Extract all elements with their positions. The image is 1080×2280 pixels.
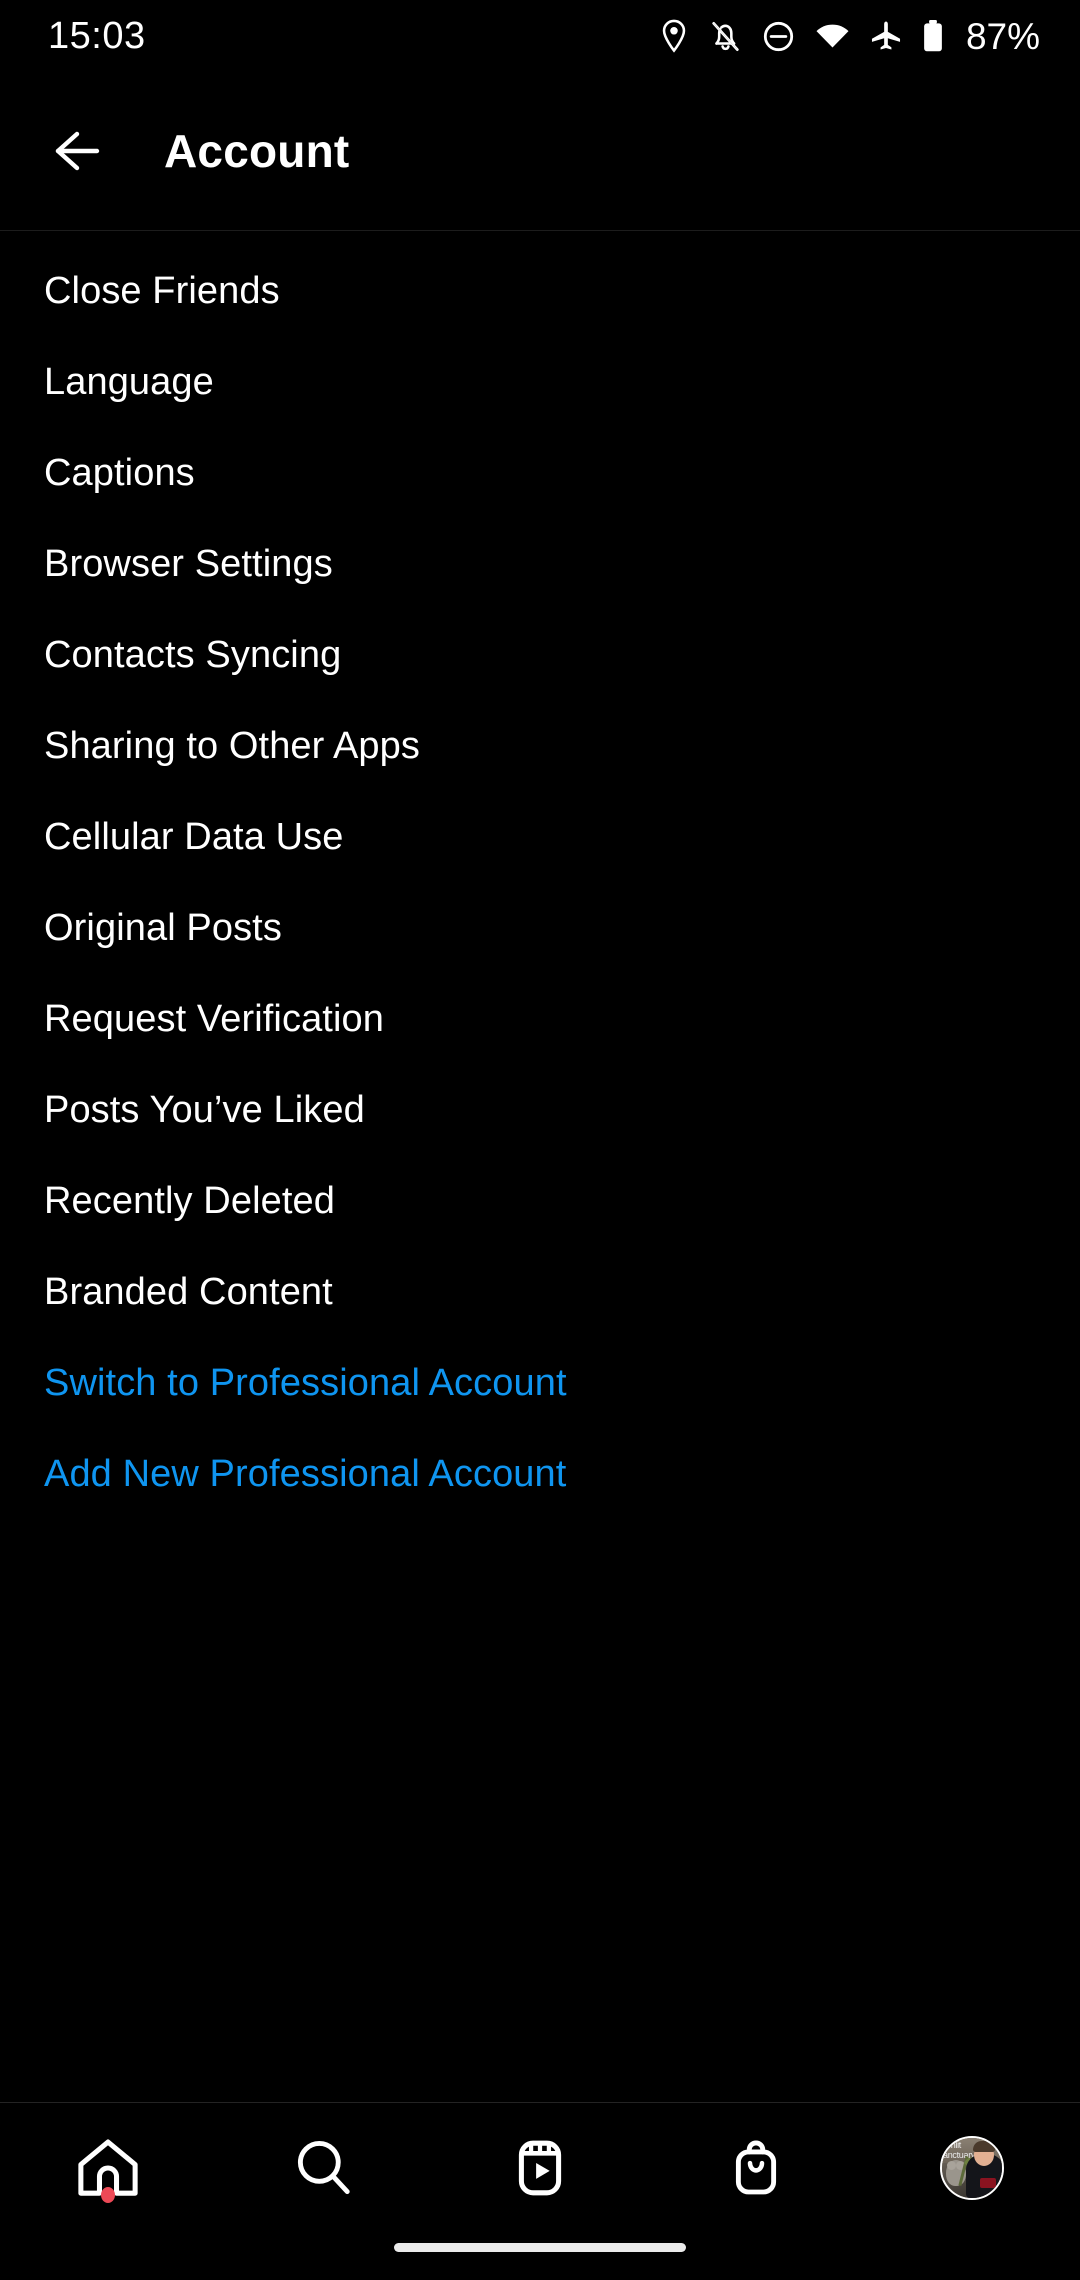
status-bar-icons: 87% <box>659 18 1040 55</box>
location-pin-icon <box>659 19 689 53</box>
list-item-recently-deleted[interactable]: Recently Deleted <box>0 1156 1080 1247</box>
nav-item-profile[interactable]: onlit anctuary <box>864 2103 1080 2233</box>
reels-icon <box>509 2137 571 2199</box>
search-icon <box>294 2138 354 2198</box>
page-header: Account <box>0 72 1080 230</box>
nav-item-search[interactable] <box>216 2103 432 2233</box>
list-item-label: Request Verification <box>44 998 384 1040</box>
bottom-navigation-bar: onlit anctuary <box>0 2103 1080 2233</box>
list-item-branded-content[interactable]: Branded Content <box>0 1247 1080 1338</box>
status-bar: 15:03 87% <box>0 0 1080 72</box>
list-item-posts-youve-liked[interactable]: Posts You’ve Liked <box>0 1065 1080 1156</box>
list-item-label: Language <box>44 361 214 403</box>
nav-item-shop[interactable] <box>648 2103 864 2233</box>
list-item-add-new-professional-account[interactable]: Add New Professional Account <box>0 1429 1080 1520</box>
list-item-label: Recently Deleted <box>44 1180 335 1222</box>
battery-icon <box>922 19 944 53</box>
list-item-language[interactable]: Language <box>0 337 1080 428</box>
profile-avatar: onlit anctuary <box>940 2136 1004 2200</box>
shopping-bag-icon <box>726 2137 786 2199</box>
account-settings-list: Close Friends Language Captions Browser … <box>0 231 1080 2102</box>
list-item-label: Switch to Professional Account <box>44 1362 567 1404</box>
list-item-captions[interactable]: Captions <box>0 428 1080 519</box>
wifi-icon <box>815 22 850 50</box>
battery-percentage: 87% <box>965 15 1040 57</box>
list-item-browser-settings[interactable]: Browser Settings <box>0 519 1080 610</box>
status-bar-clock: 15:03 <box>48 15 146 57</box>
nav-item-reels[interactable] <box>432 2103 648 2233</box>
list-item-sharing-to-other-apps[interactable]: Sharing to Other Apps <box>0 701 1080 792</box>
do-not-disturb-icon <box>762 20 795 53</box>
home-notification-badge <box>101 2187 115 2203</box>
list-item-label: Original Posts <box>44 907 282 949</box>
list-item-label: Branded Content <box>44 1271 333 1313</box>
list-item-cellular-data-use[interactable]: Cellular Data Use <box>0 792 1080 883</box>
list-item-contacts-syncing[interactable]: Contacts Syncing <box>0 610 1080 701</box>
list-item-label: Add New Professional Account <box>44 1453 567 1495</box>
back-button[interactable] <box>40 109 124 193</box>
list-item-label: Posts You’ve Liked <box>44 1089 365 1131</box>
notifications-muted-icon <box>709 19 742 53</box>
airplane-mode-icon <box>870 20 902 52</box>
avatar-photo: onlit anctuary <box>942 2138 1002 2198</box>
list-item-label: Cellular Data Use <box>44 816 344 858</box>
list-item-label: Sharing to Other Apps <box>44 725 420 767</box>
back-arrow-icon <box>51 126 113 176</box>
nav-item-home[interactable] <box>0 2103 216 2233</box>
instagram-account-settings-screen: 15:03 87% Account Close Friends Language… <box>0 0 1080 2280</box>
home-indicator <box>394 2243 686 2252</box>
list-item-label: Captions <box>44 452 195 494</box>
list-item-label: Close Friends <box>44 270 280 312</box>
list-item-label: Contacts Syncing <box>44 634 342 676</box>
list-item-original-posts[interactable]: Original Posts <box>0 883 1080 974</box>
page-title: Account <box>164 125 350 177</box>
list-item-request-verification[interactable]: Request Verification <box>0 974 1080 1065</box>
list-item-close-friends[interactable]: Close Friends <box>0 246 1080 337</box>
list-item-label: Browser Settings <box>44 543 333 585</box>
list-item-switch-to-professional-account[interactable]: Switch to Professional Account <box>0 1338 1080 1429</box>
